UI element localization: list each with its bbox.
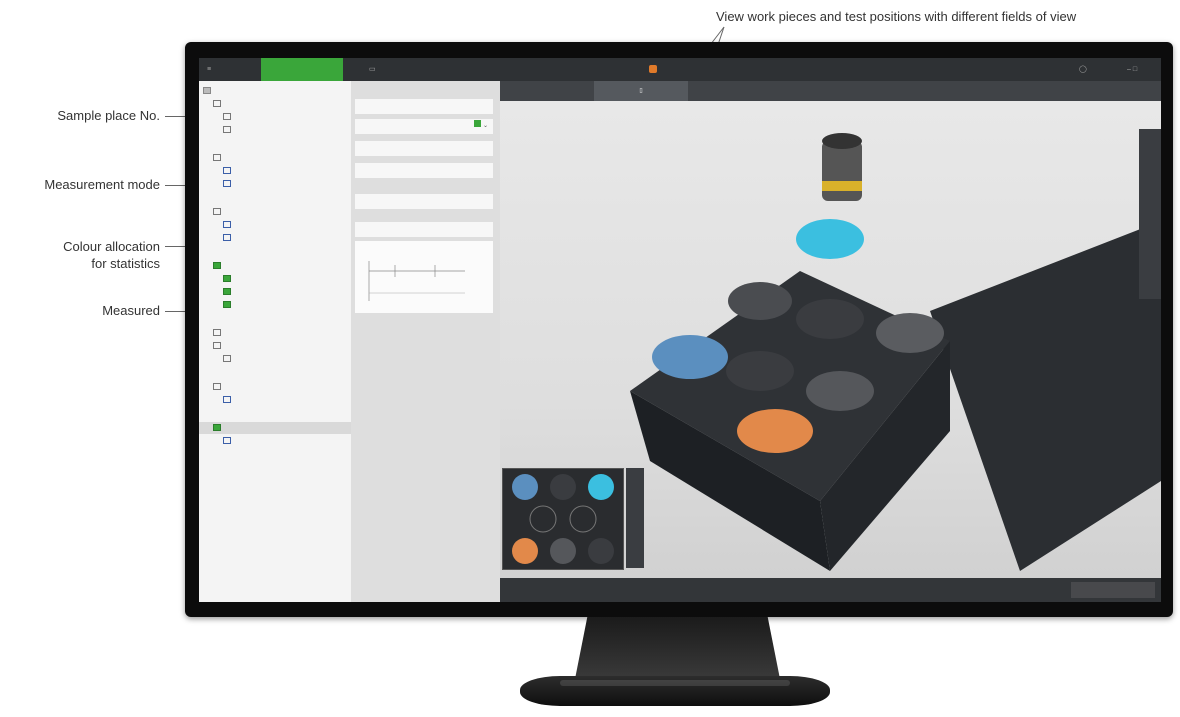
minimap-wells bbox=[512, 474, 614, 564]
tree-item[interactable] bbox=[223, 232, 234, 244]
prop-row-colour[interactable]: ⌄ bbox=[355, 119, 493, 134]
prop-row[interactable] bbox=[355, 99, 493, 114]
tree-item[interactable] bbox=[223, 219, 234, 231]
tree-item[interactable] bbox=[223, 286, 234, 298]
view-tab[interactable] bbox=[970, 81, 1064, 101]
view-tab[interactable] bbox=[688, 81, 782, 101]
sample-place-icon bbox=[213, 153, 221, 161]
prop-row[interactable] bbox=[355, 163, 493, 178]
measured-icon bbox=[223, 287, 231, 295]
tab-secondary[interactable]: ▭ bbox=[369, 58, 439, 81]
menu-icon[interactable]: ≡ bbox=[207, 58, 247, 81]
view-tab[interactable] bbox=[500, 81, 594, 101]
user-icon[interactable]: ◯ bbox=[1079, 58, 1109, 81]
tree-item[interactable] bbox=[223, 178, 234, 190]
tree-sample-5[interactable] bbox=[213, 327, 224, 339]
tree-item[interactable] bbox=[223, 353, 234, 365]
minimap-tools[interactable] bbox=[626, 468, 644, 568]
sample-place-icon bbox=[213, 382, 221, 390]
tree-sample-2[interactable] bbox=[213, 152, 224, 164]
rail bbox=[930, 221, 1161, 571]
diagram-sketch bbox=[368, 261, 465, 301]
monitor-base-shine bbox=[560, 680, 790, 686]
sample-place-icon bbox=[213, 328, 221, 336]
3d-viewport[interactable] bbox=[500, 101, 1161, 602]
prop-row[interactable] bbox=[355, 141, 493, 156]
tree-sample-3[interactable] bbox=[213, 206, 224, 218]
measurement-mode-icon bbox=[223, 220, 231, 228]
status-bar bbox=[500, 578, 1161, 602]
view-tab[interactable] bbox=[1064, 81, 1161, 101]
measuring-head-top bbox=[822, 133, 862, 149]
sample-well bbox=[728, 282, 792, 320]
tree-item[interactable] bbox=[223, 299, 234, 311]
test-icon bbox=[223, 112, 231, 120]
view-tab[interactable] bbox=[782, 81, 876, 101]
tree-item[interactable] bbox=[223, 111, 234, 123]
test-icon bbox=[223, 354, 231, 362]
tree-item[interactable] bbox=[223, 394, 234, 406]
sample-well bbox=[796, 299, 864, 339]
sample-tree bbox=[199, 81, 352, 602]
measuring-head-ring bbox=[822, 181, 862, 191]
colour-swatch-green bbox=[474, 120, 482, 127]
callout-colour-line1: Colour allocation bbox=[63, 239, 160, 254]
measured-icon bbox=[223, 300, 231, 308]
tree-item[interactable] bbox=[223, 165, 234, 177]
tree-sample-8-selected[interactable] bbox=[199, 422, 351, 434]
start-test-button[interactable] bbox=[1071, 582, 1155, 598]
measured-icon bbox=[213, 261, 221, 269]
colour-swatch[interactable]: ⌄ bbox=[474, 119, 488, 134]
sample-place-icon bbox=[213, 341, 221, 349]
measured-icon bbox=[223, 274, 231, 282]
callout-colour-line2: for statistics bbox=[91, 256, 160, 271]
measurement-mode-icon bbox=[223, 436, 231, 444]
tree-item[interactable] bbox=[223, 124, 234, 136]
measurement-mode-icon bbox=[223, 179, 231, 187]
tree-sample-7[interactable] bbox=[213, 381, 224, 393]
sample-place-icon bbox=[213, 207, 221, 215]
sample-place-icon bbox=[213, 99, 221, 107]
sample-well bbox=[876, 313, 944, 353]
measurement-mode-icon bbox=[223, 233, 231, 241]
measurement-mode-icon bbox=[223, 166, 231, 174]
minimap[interactable] bbox=[502, 468, 624, 570]
monitor-stand-neck bbox=[575, 617, 780, 679]
app-screen: ≡ ▭ ◯ – □ ▯ ⌄ bbox=[199, 58, 1161, 602]
sample-well bbox=[726, 351, 794, 391]
app-logo bbox=[649, 58, 709, 81]
prop-row[interactable] bbox=[355, 222, 493, 237]
test-icon bbox=[223, 125, 231, 133]
test-position-diagram bbox=[355, 241, 493, 313]
sample-well-orange bbox=[737, 409, 813, 453]
tab-active-green[interactable] bbox=[261, 58, 343, 81]
view-tab[interactable] bbox=[876, 81, 970, 101]
tree-sample-1[interactable] bbox=[213, 98, 224, 110]
sample-well-blue bbox=[652, 335, 728, 379]
measurement-mode-icon bbox=[223, 395, 231, 403]
window-controls[interactable]: – □ bbox=[1127, 58, 1157, 81]
view-tools[interactable] bbox=[1139, 129, 1161, 299]
view-tab-active[interactable]: ▯ bbox=[594, 81, 688, 103]
tree-sample-4[interactable] bbox=[213, 260, 224, 272]
callout-measurement-mode: Measurement mode bbox=[44, 177, 160, 192]
order-icon bbox=[203, 86, 211, 94]
app-top-bar: ≡ ▭ ◯ – □ bbox=[199, 58, 1161, 81]
tree-item[interactable] bbox=[223, 435, 234, 447]
selected-sample-icon bbox=[213, 423, 221, 431]
view-tabs: ▯ bbox=[500, 81, 1161, 103]
tree-item[interactable] bbox=[223, 273, 234, 285]
properties-panel: ⌄ bbox=[351, 81, 500, 602]
measuring-head bbox=[822, 141, 862, 201]
sample-well-cyan bbox=[796, 219, 864, 259]
prop-row[interactable] bbox=[355, 194, 493, 209]
logo-mark bbox=[649, 65, 657, 74]
callout-colour-allocation: Colour allocation for statistics bbox=[0, 238, 160, 272]
sample-well bbox=[806, 371, 874, 411]
callout-measured: Measured bbox=[102, 303, 160, 318]
callout-sample-place: Sample place No. bbox=[57, 108, 160, 123]
tree-root[interactable] bbox=[203, 85, 214, 97]
tree-sample-6[interactable] bbox=[213, 340, 224, 352]
